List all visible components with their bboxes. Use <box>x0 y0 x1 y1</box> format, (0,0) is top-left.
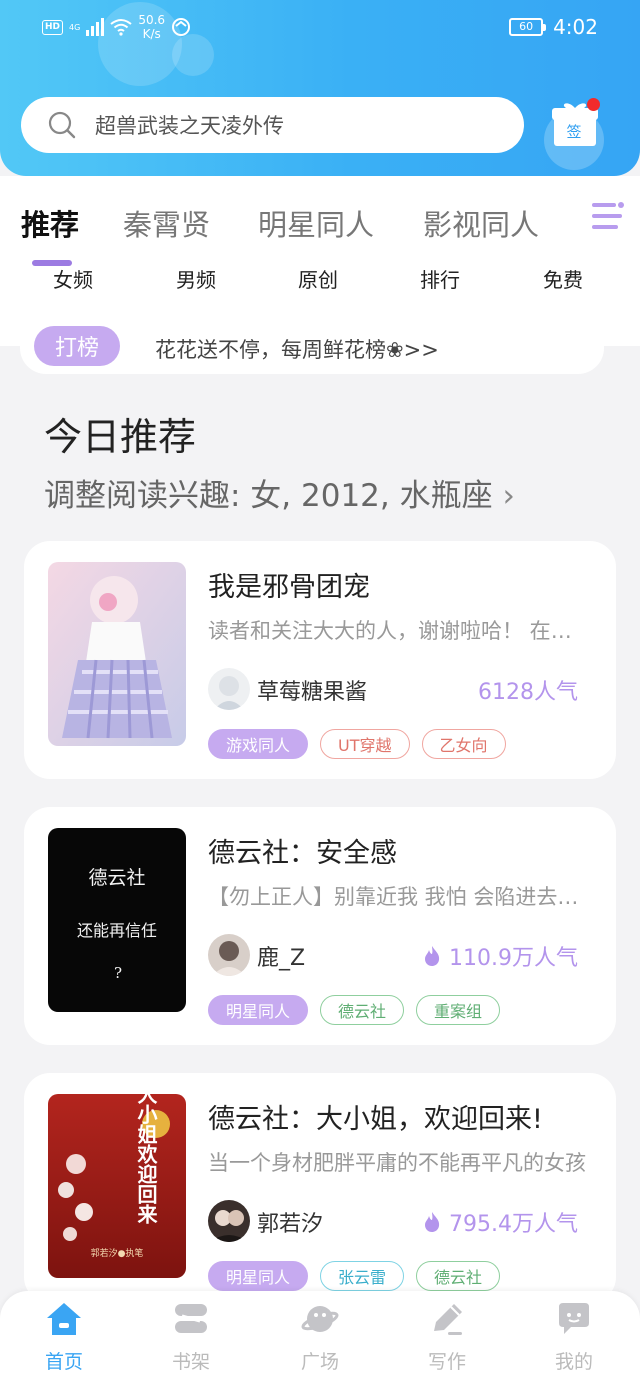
book-description: 当一个身材肥胖平庸的不能再平凡的女孩 <box>208 1151 586 1175</box>
notification-dot <box>587 98 600 111</box>
tag[interactable]: 德云社 <box>416 1261 501 1291</box>
reading-interest-link[interactable]: 调整阅读兴趣: 女, 2012, 水瓶座 › <box>44 470 515 515</box>
book-card[interactable]: 我是邪骨团宠 读者和关注大大的人，谢谢啦哈！ 在这里祝大家身体健康 草莓糖果酱 … <box>24 541 616 779</box>
svg-text:还能再信任: 还能再信任 <box>77 921 157 940</box>
tag[interactable]: 明星同人 <box>208 1261 309 1291</box>
tab-recommend[interactable]: 推荐 <box>21 202 79 244</box>
chat-bubble-icon <box>559 1303 589 1334</box>
search-bar[interactable]: 超兽武装之天凌外传 <box>21 97 524 153</box>
chevron-right-icon: › <box>502 478 515 514</box>
subtab-free[interactable]: 免费 <box>543 264 583 293</box>
book-title[interactable]: 我是邪骨团宠 <box>208 565 588 604</box>
menu-icon[interactable] <box>590 200 626 232</box>
subtab-original[interactable]: 原创 <box>298 264 338 293</box>
book-description: 【勿上正人】别靠近我 我怕 会陷进去出不来 <box>208 885 590 909</box>
planet-icon <box>301 1306 339 1332</box>
search-input[interactable]: 超兽武装之天凌外传 <box>95 110 284 140</box>
svg-text:大小姐欢迎回来: 大小姐欢迎回来 <box>134 1094 158 1224</box>
network-type: 4G <box>69 22 81 32</box>
subtab-male[interactable]: 男频 <box>176 264 216 293</box>
author-name[interactable]: 郭若汐 <box>257 1206 323 1238</box>
nav-home[interactable]: 首页 <box>19 1297 109 1374</box>
tag[interactable]: 重案组 <box>416 995 501 1025</box>
ranking-tag[interactable]: 打榜 <box>34 326 120 366</box>
nav-profile[interactable]: 我的 <box>529 1297 619 1374</box>
popularity: 795.4万人气 <box>423 1206 578 1238</box>
flame-icon <box>425 946 440 966</box>
book-title[interactable]: 德云社：安全感 <box>208 831 588 870</box>
wifi-icon <box>110 19 132 36</box>
tab-film-fanfic[interactable]: 影视同人 <box>423 202 539 244</box>
hd-indicator: HD <box>42 19 64 35</box>
book-card[interactable]: 德云社 还能再信任 ? 德云社：安全感 【勿上正人】别靠近我 我怕 会陷进去出不… <box>24 807 616 1045</box>
popularity: 6128人气 <box>478 680 578 705</box>
svg-text:?: ? <box>114 964 122 982</box>
tag[interactable]: 张云雷 <box>320 1261 405 1291</box>
flame-icon <box>425 1212 440 1232</box>
book-cover <box>48 562 186 746</box>
author-avatar[interactable] <box>208 1200 250 1242</box>
book-description: 读者和关注大大的人，谢谢啦哈！ 在这里祝大家身体健康 <box>208 619 590 643</box>
home-icon <box>47 1303 81 1335</box>
nav-plaza[interactable]: 广场 <box>275 1297 365 1374</box>
search-icon <box>47 110 77 140</box>
svg-text:德云社: 德云社 <box>88 867 145 889</box>
tag-list: 明星同人 德云社 重案组 <box>208 995 501 1025</box>
book-title[interactable]: 德云社：大小姐，欢迎回来! <box>208 1097 588 1136</box>
tag[interactable]: 游戏同人 <box>208 729 309 759</box>
nav-bookshelf[interactable]: 书架 <box>146 1297 236 1374</box>
pen-icon <box>434 1304 462 1335</box>
author-name[interactable]: 草莓糖果酱 <box>257 674 367 706</box>
svg-text:郭若汐●执笔: 郭若汐●执笔 <box>91 1247 144 1259</box>
header: HD 4G 50.6 K/s 60 4:02 超兽武装之天凌外传 签 <box>0 0 640 176</box>
nav-write[interactable]: 写作 <box>402 1297 492 1374</box>
ranking-banner-text[interactable]: 花花送不停，每周鲜花榜❀>> <box>155 334 439 364</box>
subtab-ranking[interactable]: 排行 <box>420 264 460 293</box>
section-title: 今日推荐 <box>44 415 197 459</box>
bottom-nav: 首页 书架 广场 写作 我的 <box>0 1291 640 1387</box>
checkin-label[interactable]: 签 <box>560 121 588 142</box>
author-avatar[interactable] <box>208 668 250 710</box>
tag-list: 明星同人 张云雷 德云社 <box>208 1261 501 1291</box>
tab-celebrity-fanfic[interactable]: 明星同人 <box>258 202 374 244</box>
tag[interactable]: 明星同人 <box>208 995 309 1025</box>
sync-icon <box>172 18 191 36</box>
subtab-female[interactable]: 女频 <box>53 264 93 293</box>
clock: 4:02 <box>553 15 598 39</box>
popularity: 110.9万人气 <box>423 940 578 972</box>
author-avatar[interactable] <box>208 934 250 976</box>
tag[interactable]: 德云社 <box>320 995 405 1025</box>
book-card[interactable]: 大小姐欢迎回来 郭若汐●执笔 德云社：大小姐，欢迎回来! 当一个身材肥胖平庸的不… <box>24 1073 616 1303</box>
tag-list: 游戏同人 UT穿越 乙女向 <box>208 729 506 759</box>
network-speed: 50.6 K/s <box>138 13 166 41</box>
author-name[interactable]: 鹿_Z <box>257 940 305 972</box>
battery-icon: 60 <box>509 18 547 36</box>
book-cover: 德云社 还能再信任 ? <box>48 828 186 1012</box>
status-bar: HD 4G 50.6 K/s 60 4:02 <box>0 0 640 56</box>
tag[interactable]: UT穿越 <box>320 729 410 759</box>
book-cover: 大小姐欢迎回来 郭若汐●执笔 <box>48 1094 186 1278</box>
tag[interactable]: 乙女向 <box>421 729 506 759</box>
bookshelf-icon <box>175 1304 207 1333</box>
tab-qinxiaoxian[interactable]: 秦霄贤 <box>123 202 210 244</box>
signal-icon <box>86 18 105 36</box>
